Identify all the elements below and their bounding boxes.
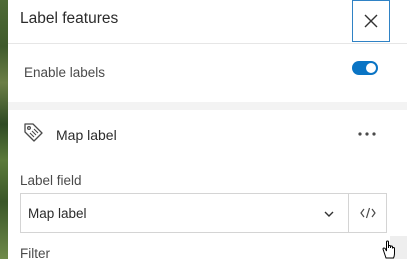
chevron-down-icon [324, 211, 334, 217]
label-class-title: Map label [56, 127, 117, 143]
hand-cursor-icon [382, 240, 395, 259]
panel-title: Label features [20, 10, 119, 27]
code-icon [359, 207, 376, 219]
toggle-knob [366, 63, 376, 73]
more-options-icon [358, 132, 376, 136]
label-features-panel: Label features Enable labels Map label L… [8, 0, 407, 259]
filter-label: Filter [20, 246, 50, 259]
tag-icon [24, 123, 43, 142]
label-field-value: Map label [28, 206, 87, 221]
enable-labels-toggle[interactable] [352, 61, 378, 75]
close-icon [364, 14, 378, 28]
enable-labels-label: Enable labels [24, 65, 106, 80]
label-field-select[interactable]: Map label [20, 193, 349, 233]
label-field-label: Label field [20, 173, 82, 188]
more-options-button[interactable] [354, 122, 380, 146]
close-button[interactable] [352, 0, 390, 42]
expression-button[interactable] [348, 193, 387, 233]
panel-header: Label features [8, 0, 407, 44]
section-separator [8, 102, 407, 110]
enable-labels-row: Enable labels [8, 44, 407, 102]
label-class-header[interactable]: Map label [8, 110, 407, 160]
map-background-strip [0, 0, 8, 259]
